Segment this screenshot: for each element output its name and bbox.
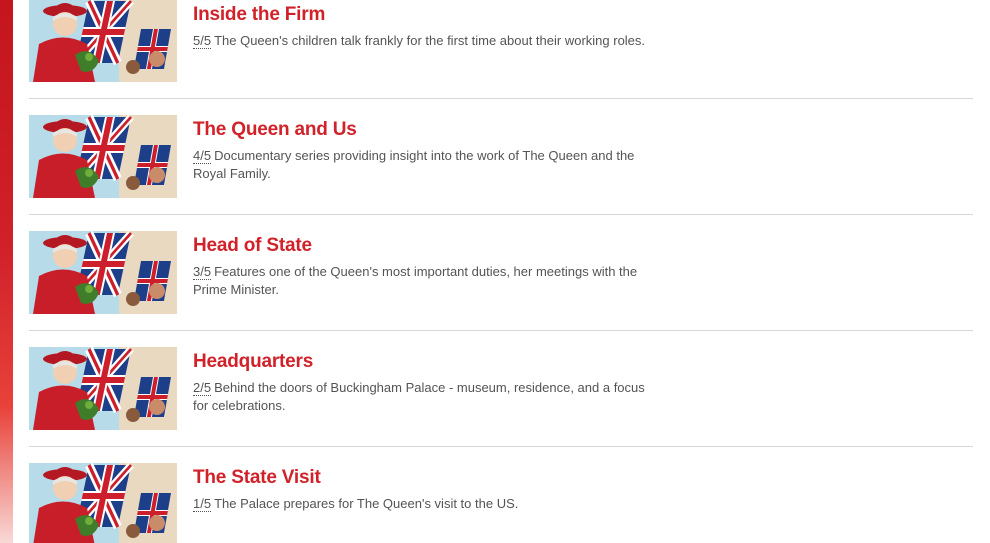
episode-list: Inside the Firm 5/5 The Queen's children … bbox=[29, 0, 973, 543]
queen-thumbnail-image bbox=[29, 0, 177, 82]
episode-description: Behind the doors of Buckingham Palace - … bbox=[193, 380, 645, 413]
episode-thumbnail[interactable] bbox=[29, 347, 177, 430]
episode-description: The Queen's children talk frankly for th… bbox=[214, 33, 646, 48]
episode-title-link[interactable]: The Queen and Us bbox=[193, 119, 663, 141]
episode-description: The Palace prepares for The Queen's visi… bbox=[214, 496, 519, 511]
episode-number: 4/5 bbox=[193, 148, 212, 164]
episode-number: 5/5 bbox=[193, 33, 212, 49]
episode-description: Features one of the Queen's most importa… bbox=[193, 264, 638, 297]
episode-item: Head of State 3/5 Features one of the Que… bbox=[29, 215, 973, 331]
episode-item: The Queen and Us 4/5 Documentary series p… bbox=[29, 99, 973, 215]
episode-synopsis: 2/5 Behind the doors of Buckingham Palace… bbox=[193, 379, 663, 415]
queen-thumbnail-image bbox=[29, 231, 177, 314]
episode-synopsis: 1/5 The Palace prepares for The Queen's v… bbox=[193, 495, 663, 513]
episode-title-link[interactable]: Headquarters bbox=[193, 351, 663, 373]
episode-thumbnail[interactable] bbox=[29, 231, 177, 314]
queen-thumbnail-image bbox=[29, 115, 177, 198]
episode-title-link[interactable]: Head of State bbox=[193, 235, 663, 257]
brand-side-bar bbox=[0, 0, 13, 543]
episode-description: Documentary series providing insight int… bbox=[193, 148, 635, 181]
episode-thumbnail[interactable] bbox=[29, 115, 177, 198]
episode-thumbnail[interactable] bbox=[29, 0, 177, 82]
episode-title-link[interactable]: Inside the Firm bbox=[193, 4, 663, 26]
queen-thumbnail-image bbox=[29, 347, 177, 430]
episode-synopsis: 4/5 Documentary series providing insight … bbox=[193, 147, 663, 183]
episode-synopsis: 3/5 Features one of the Queen's most impo… bbox=[193, 263, 663, 299]
episode-title-link[interactable]: The State Visit bbox=[193, 467, 663, 489]
episode-synopsis: 5/5 The Queen's children talk frankly for… bbox=[193, 32, 663, 50]
episode-number: 1/5 bbox=[193, 496, 212, 512]
episode-number: 3/5 bbox=[193, 264, 212, 280]
episode-number: 2/5 bbox=[193, 380, 212, 396]
episode-item: Inside the Firm 5/5 The Queen's children … bbox=[29, 0, 973, 99]
queen-thumbnail-image bbox=[29, 463, 177, 543]
episode-thumbnail[interactable] bbox=[29, 463, 177, 543]
episode-item: Headquarters 2/5 Behind the doors of Buck… bbox=[29, 331, 973, 447]
episode-item: The State Visit 1/5 The Palace prepares f… bbox=[29, 447, 973, 543]
episode-list-page: Inside the Firm 5/5 The Queen's children … bbox=[0, 0, 990, 543]
